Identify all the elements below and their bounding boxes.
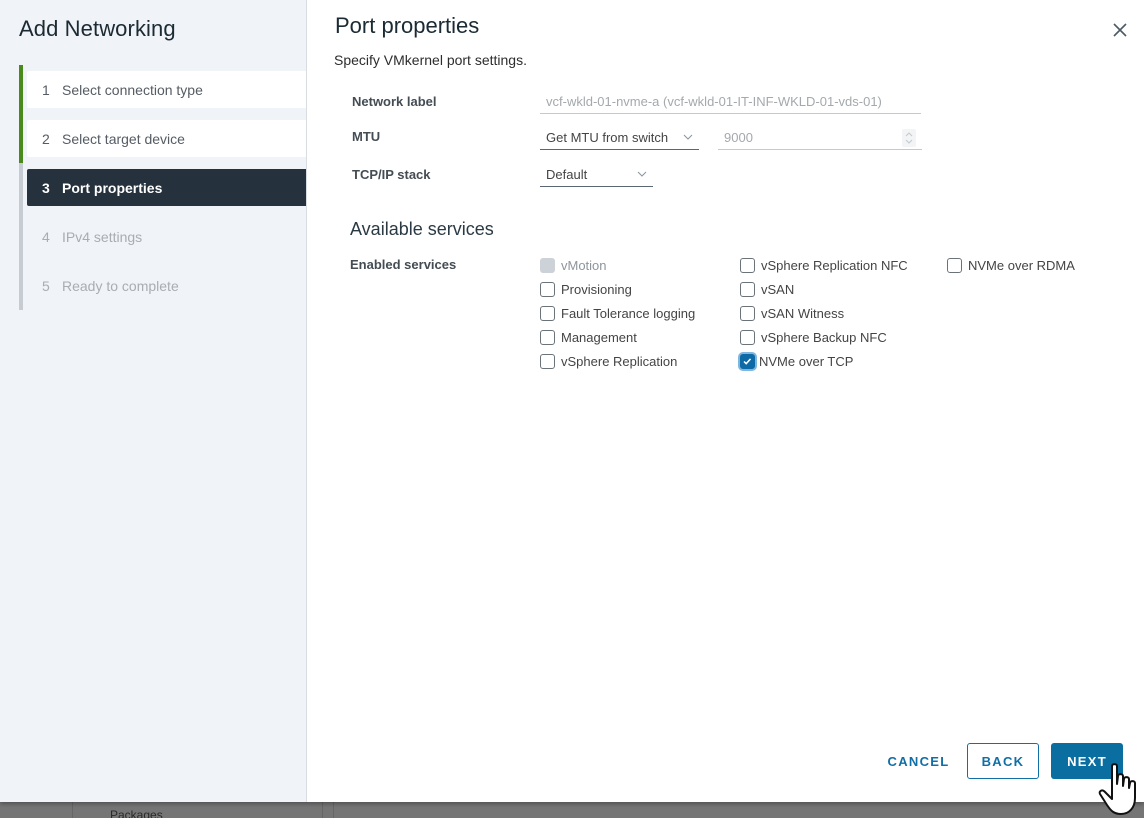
service-nvme-over-tcp[interactable]: NVMe over TCP [740,352,853,370]
tcpip-stack-label: TCP/IP stack [352,167,431,182]
service-vsan-witness[interactable]: vSAN Witness [740,304,844,322]
checkbox[interactable] [540,281,555,297]
page-title: Port properties [335,13,480,38]
close-icon[interactable] [1112,22,1128,38]
service-vsphere-replication[interactable]: vSphere Replication [540,352,677,370]
service-fault-tolerance-logging[interactable]: Fault Tolerance logging [540,304,695,322]
service-vsan[interactable]: vSAN [740,280,794,298]
network-label-value: vcf-wkld-01-nvme-a (vcf-wkld-01-IT-INF-W… [546,94,882,109]
service-provisioning[interactable]: Provisioning [540,280,632,298]
checkbox[interactable] [740,281,755,297]
background-divider [333,802,334,818]
tcpip-stack-value: Default [546,167,588,182]
service-label: NVMe over TCP [759,353,854,369]
service-label: vSphere Replication NFC [761,257,908,273]
service-management[interactable]: Management [540,328,637,346]
step-progress-rail [19,65,23,310]
tcpip-stack-select[interactable]: Default [540,163,653,187]
service-label: Provisioning [561,281,632,297]
step-ipv4-settings: 4 IPv4 settings [27,218,306,255]
mtu-value-input: 9000 [718,126,922,150]
spinner-arrows-icon [905,132,913,144]
step-select-connection-type[interactable]: 1 Select connection type [27,71,306,108]
checkbox[interactable] [740,305,755,321]
cancel-button[interactable]: CANCEL [882,743,955,779]
wizard-title: Add Networking [19,16,176,41]
mtu-mode-select[interactable]: Get MTU from switch [540,126,699,150]
step-number: 2 [42,130,50,147]
service-label: vSAN Witness [761,305,845,321]
checkbox[interactable] [540,305,555,321]
page-subtitle: Specify VMkernel port settings. [334,52,527,68]
mtu-value: 9000 [724,130,753,145]
service-label: vSAN [761,281,795,297]
step-label: Select target device [62,130,185,147]
chevron-down-icon [637,171,647,177]
available-services-heading: Available services [350,219,494,239]
step-number: 1 [42,81,50,98]
checkbox[interactable] [740,329,755,345]
step-number: 3 [42,179,50,196]
checkbox[interactable] [740,257,755,273]
checkmark-icon [743,357,752,365]
next-button[interactable]: NEXT [1051,743,1123,779]
network-label-label: Network label [352,94,437,109]
service-vsphere-backup-nfc[interactable]: vSphere Backup NFC [740,328,887,346]
step-number: 4 [42,228,50,245]
wizard-sidebar: Add Networking 1 Select connection type … [0,0,307,802]
checkbox-checked[interactable] [740,353,755,369]
step-number: 5 [42,277,50,294]
background-divider [322,802,323,818]
step-select-target-device[interactable]: 2 Select target device [27,120,306,157]
background-packages-text: Packages [110,808,163,818]
step-label: Select connection type [62,81,203,98]
service-label: Fault Tolerance logging [561,305,696,321]
wizard-content: Port properties Specify VMkernel port se… [307,0,1144,802]
background-divider [72,802,73,818]
service-label: vSphere Replication [561,353,678,369]
mtu-label: MTU [352,129,381,144]
checkbox [540,257,555,273]
network-label-field: vcf-wkld-01-nvme-a (vcf-wkld-01-IT-INF-W… [540,90,921,114]
checkbox[interactable] [540,329,555,345]
service-label: vSphere Backup NFC [761,329,887,345]
back-button[interactable]: BACK [967,743,1039,779]
service-vmotion: vMotion [540,256,607,274]
service-label: vMotion [561,257,607,273]
step-ready-to-complete: 5 Ready to complete [27,267,306,304]
service-label: NVMe over RDMA [968,257,1075,273]
step-label: Port properties [62,179,163,196]
checkbox[interactable] [540,353,555,369]
add-networking-dialog: Add Networking 1 Select connection type … [0,0,1144,802]
mtu-mode-value: Get MTU from switch [546,130,669,145]
service-nvme-over-rdma[interactable]: NVMe over RDMA [947,256,1075,274]
service-label: Management [561,329,637,345]
step-progress-complete [19,65,23,163]
step-label: IPv4 settings [62,228,143,245]
chevron-down-icon [683,134,693,140]
checkbox[interactable] [947,257,962,273]
step-label: Ready to complete [62,277,179,294]
service-vsphere-replication-nfc[interactable]: vSphere Replication NFC [740,256,908,274]
enabled-services-label: Enabled services [350,257,457,272]
step-port-properties[interactable]: 3 Port properties [27,169,306,206]
mtu-spinner [902,129,916,147]
background-app: Packages [0,802,1144,818]
